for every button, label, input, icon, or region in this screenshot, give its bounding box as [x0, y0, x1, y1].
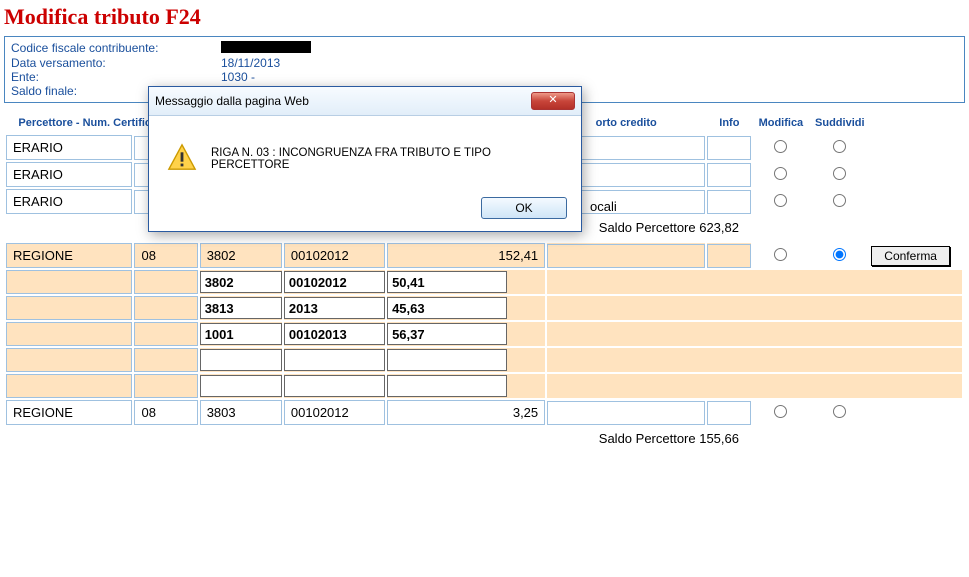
cell-periodo: 00102012	[284, 400, 385, 425]
value-data: 18/11/2013	[221, 56, 280, 70]
radio-suddividi[interactable]	[833, 194, 846, 207]
cell-percettore: ERARIO	[6, 162, 132, 187]
th-suddividi: Suddividi	[810, 113, 869, 133]
sub-debito-input[interactable]: 56,37	[387, 323, 507, 345]
cell-trib: 3802	[200, 243, 282, 268]
dialog-titlebar: Messaggio dalla pagina Web ✕	[149, 87, 581, 116]
sub-periodo-input[interactable]: 00102012	[284, 271, 385, 293]
th-info: Info	[707, 113, 751, 133]
dialog-message: RIGA N. 03 : INCONGRUENZA FRA TRIBUTO E …	[211, 147, 563, 171]
partial-text-ocali: ocali	[590, 199, 617, 214]
cell-info	[707, 163, 751, 187]
cell-info	[707, 401, 751, 425]
cell-percettore: ERARIO	[6, 135, 132, 160]
conferma-button[interactable]: Conferma	[871, 246, 950, 266]
radio-suddividi[interactable]	[833, 248, 846, 261]
sub-debito-input[interactable]	[387, 375, 507, 397]
cell-percettore: REGIONE	[6, 400, 132, 425]
sub-trib-input[interactable]	[200, 375, 282, 397]
radio-suddividi[interactable]	[833, 140, 846, 153]
sub-debito-input[interactable]	[387, 349, 507, 371]
alert-dialog: Messaggio dalla pagina Web ✕ RIGA N. 03 …	[148, 86, 582, 232]
radio-modifica[interactable]	[774, 194, 787, 207]
radio-suddividi[interactable]	[833, 167, 846, 180]
sub-trib-input[interactable]	[200, 349, 282, 371]
subrow	[6, 374, 962, 398]
subrow: 3802 00102012 50,41	[6, 270, 962, 294]
label-cf: Codice fiscale contribuente:	[11, 41, 221, 56]
sub-periodo-input[interactable]	[284, 349, 385, 371]
th-modifica: Modifica	[753, 113, 808, 133]
radio-suddividi[interactable]	[833, 405, 846, 418]
table-row: REGIONE 08 3803 00102012 3,25	[6, 400, 962, 425]
cell-credito	[547, 244, 705, 268]
close-icon[interactable]: ✕	[531, 92, 575, 110]
sub-periodo-input[interactable]: 00102013	[284, 323, 385, 345]
saldo-regione: Saldo Percettore 155,66	[0, 427, 969, 452]
sub-trib-input[interactable]: 3802	[200, 271, 282, 293]
value-cf	[221, 41, 311, 56]
cell-num: 08	[134, 400, 197, 425]
radio-modifica[interactable]	[774, 167, 787, 180]
sub-debito-input[interactable]: 50,41	[387, 271, 507, 293]
radio-modifica[interactable]	[774, 140, 787, 153]
radio-modifica[interactable]	[774, 405, 787, 418]
warning-icon	[167, 142, 197, 175]
sub-periodo-input[interactable]	[284, 375, 385, 397]
cell-periodo: 00102012	[284, 243, 385, 268]
label-ente: Ente:	[11, 70, 221, 84]
sub-periodo-input[interactable]: 2013	[284, 297, 385, 319]
value-ente: 1030 -	[221, 70, 255, 84]
radio-modifica[interactable]	[774, 248, 787, 261]
ok-button[interactable]: OK	[481, 197, 567, 219]
cell-info	[707, 190, 751, 214]
subrow	[6, 348, 962, 372]
cell-info	[707, 244, 751, 268]
cell-debito: 3,25	[387, 400, 545, 425]
cell-percettore: REGIONE	[6, 243, 132, 268]
page-title: Modifica tributo F24	[4, 4, 965, 30]
sub-trib-input[interactable]: 1001	[200, 323, 282, 345]
cell-debito: 152,41	[387, 243, 545, 268]
redacted-cf	[221, 41, 311, 53]
cell-trib: 3803	[200, 400, 282, 425]
dialog-title-text: Messaggio dalla pagina Web	[155, 94, 309, 108]
sub-debito-input[interactable]: 45,63	[387, 297, 507, 319]
cell-info	[707, 136, 751, 160]
subrow: 3813 2013 45,63	[6, 296, 962, 320]
cell-credito	[547, 401, 705, 425]
sub-trib-input[interactable]: 3813	[200, 297, 282, 319]
cell-percettore: ERARIO	[6, 189, 132, 214]
table-row-selected: REGIONE 08 3802 00102012 152,41 Conferma	[6, 243, 962, 268]
tributi-table-regione: REGIONE 08 3802 00102012 152,41 Conferma…	[4, 241, 964, 427]
label-data: Data versamento:	[11, 56, 221, 70]
subrow: 1001 00102013 56,37	[6, 322, 962, 346]
cell-num: 08	[134, 243, 197, 268]
